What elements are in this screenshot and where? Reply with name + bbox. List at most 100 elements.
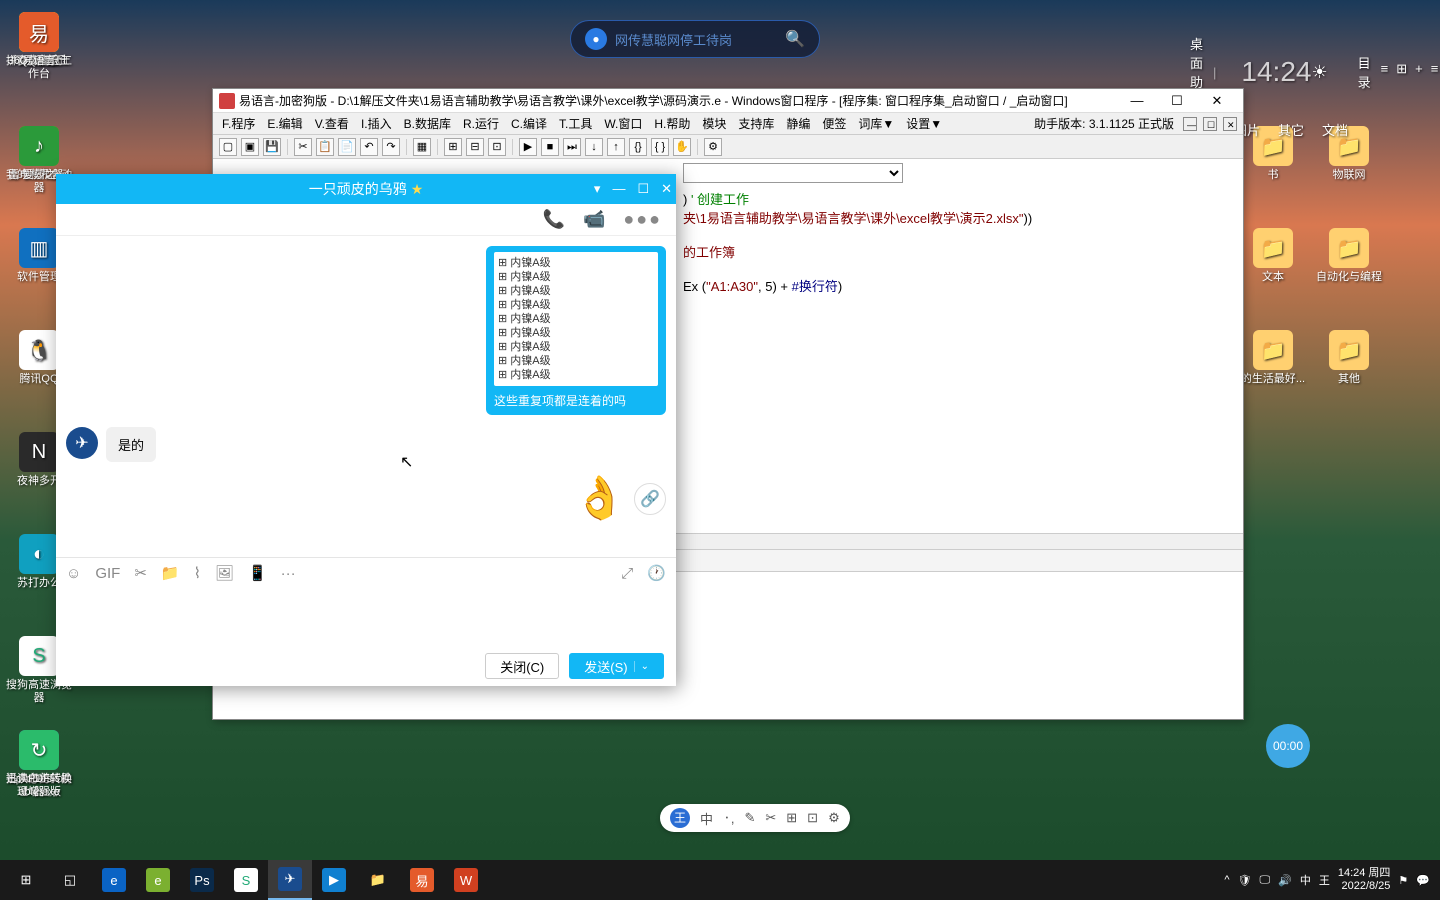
toolbar-button[interactable]: ↷ xyxy=(382,138,400,156)
chat-titlebar[interactable]: 一只顽皮的乌鸦 ★ ▾—☐✕ xyxy=(56,174,676,204)
chat-messages[interactable]: ⊞ 内镍A级⊞ 内镍A级⊞ 内镍A级⊞ 内镍A级⊞ 内镍A级⊞ 内镍A级⊞ 内镍… xyxy=(56,236,676,557)
toolbar-button[interactable]: ⊞ xyxy=(444,138,462,156)
taskbar-item[interactable]: ✈ xyxy=(268,860,312,900)
ime-logo[interactable]: 王 xyxy=(670,808,690,828)
toolbar-button[interactable]: ↑ xyxy=(607,138,625,156)
tray-icon[interactable]: 🛡 xyxy=(1238,874,1252,887)
ime-button[interactable]: 中 xyxy=(700,809,713,828)
chat-tool-icon[interactable]: 📁 xyxy=(161,564,180,582)
voice-call-icon[interactable]: 📞 xyxy=(543,209,565,230)
taskbar-item[interactable]: ▶ xyxy=(312,860,356,900)
toolbar-button[interactable]: 💾 xyxy=(263,138,281,156)
tray-icon[interactable]: ^ xyxy=(1224,874,1229,886)
chat-window-button[interactable]: ▾ xyxy=(594,181,601,197)
ide-mdi-button[interactable]: ✕ xyxy=(1223,117,1237,131)
chat-window-button[interactable]: ✕ xyxy=(661,181,672,197)
sidebar-tool-icon[interactable]: + xyxy=(1415,61,1423,77)
menu-item[interactable]: E.编辑 xyxy=(264,113,305,134)
taskbar-item[interactable]: e xyxy=(92,860,136,900)
send-button[interactable]: 发送(S) ⌄ xyxy=(569,653,664,679)
chat-tool-icon[interactable]: ✂ xyxy=(134,564,147,582)
tray-icon[interactable]: 🖵 xyxy=(1260,874,1271,887)
sidebar-tab[interactable]: 文档 xyxy=(1322,120,1348,139)
toolbar-button[interactable]: 📄 xyxy=(338,138,356,156)
ime-toolbar[interactable]: 王中᛫,✎✂⊞⊡⚙ xyxy=(660,804,850,832)
menu-item[interactable]: 便签 xyxy=(819,113,849,134)
send-dropdown-icon[interactable]: ⌄ xyxy=(634,661,649,672)
toolbar-button[interactable]: {} xyxy=(629,138,647,156)
chat-tool-icon[interactable]: ☺ xyxy=(66,565,81,582)
ime-button[interactable]: ✎ xyxy=(744,810,755,826)
taskbar-item[interactable]: 📁 xyxy=(356,860,400,900)
toolbar-button[interactable]: ↶ xyxy=(360,138,378,156)
chat-tool-icon[interactable]: GIF xyxy=(95,565,120,582)
close-button[interactable]: 关闭(C) xyxy=(485,653,559,679)
toolbar-button[interactable]: ↓ xyxy=(585,138,603,156)
ime-button[interactable]: ᛫, xyxy=(723,811,734,826)
taskbar-item[interactable]: e xyxy=(136,860,180,900)
favorite-icon[interactable]: ★ xyxy=(411,181,424,198)
ime-button[interactable]: ⊡ xyxy=(807,810,818,826)
tray-icon[interactable]: 中 xyxy=(1300,872,1311,888)
taskbar-item[interactable]: ◱ xyxy=(48,860,92,900)
desktop-icon[interactable]: ↻迅读PDF转换器 xyxy=(6,730,72,799)
desktop-icon[interactable]: 📁的生活最好... xyxy=(1240,330,1306,386)
menu-item[interactable]: 静编 xyxy=(783,113,813,134)
sidebar-tool-icon[interactable]: ≡ xyxy=(1381,61,1389,77)
ide-titlebar[interactable]: 易语言-加密狗版 - D:\1解压文件夹\1易语言辅助教学\易语言教学\课外\e… xyxy=(213,89,1243,113)
taskbar-item[interactable]: S xyxy=(224,860,268,900)
menu-item[interactable]: H.帮助 xyxy=(651,113,693,134)
toolbar-button[interactable]: ▢ xyxy=(219,138,237,156)
toolbar-button[interactable]: ▣ xyxy=(241,138,259,156)
menu-item[interactable]: T.工具 xyxy=(556,113,595,134)
chat-tool-icon[interactable]: ··· xyxy=(281,565,296,582)
taskbar-clock[interactable]: 14:24 周四2022/8/25 xyxy=(1338,867,1391,893)
toolbar-button[interactable]: ⚙ xyxy=(704,138,722,156)
toolbar-button[interactable]: ⊟ xyxy=(466,138,484,156)
toolbar-button[interactable]: ⊡ xyxy=(488,138,506,156)
menu-item[interactable]: 词库▼ xyxy=(855,113,897,134)
menu-item[interactable]: 支持库 xyxy=(735,113,777,134)
sidebar-tool-icon[interactable]: ⊞ xyxy=(1396,61,1407,77)
menu-item[interactable]: I.插入 xyxy=(358,113,395,134)
menu-item[interactable]: C.编译 xyxy=(508,113,550,134)
menu-item[interactable]: V.查看 xyxy=(312,113,352,134)
taskbar-item[interactable]: 易 xyxy=(400,860,444,900)
desktop-icon[interactable]: 易易语言 xyxy=(6,12,72,68)
ime-button[interactable]: ⊞ xyxy=(786,810,797,826)
tray-icon[interactable]: ⚑ xyxy=(1398,874,1408,887)
taskbar-item[interactable]: Ps xyxy=(180,860,224,900)
ide-min-button[interactable]: — xyxy=(1117,93,1157,109)
ide-max-button[interactable]: ☐ xyxy=(1157,93,1197,109)
menu-item[interactable]: F.程序 xyxy=(219,113,258,134)
desktop-icon[interactable]: 📁自动化与编程 xyxy=(1316,228,1382,284)
menu-item[interactable]: B.数据库 xyxy=(401,113,454,134)
chat-textarea[interactable] xyxy=(56,588,676,646)
desktop-icon[interactable]: 📁文本 xyxy=(1240,228,1306,284)
tray-icon[interactable]: 王 xyxy=(1319,872,1330,888)
taskbar-item[interactable]: ⊞ xyxy=(4,860,48,900)
toolbar-button[interactable]: ✂ xyxy=(294,138,312,156)
chat-window-button[interactable]: — xyxy=(612,181,625,197)
toolbar-button[interactable]: 📋 xyxy=(316,138,334,156)
toolbar-button[interactable]: ▶ xyxy=(519,138,537,156)
toolbar-button[interactable]: ⏭ xyxy=(563,138,581,156)
more-icon[interactable]: ●●● xyxy=(623,209,662,230)
taskbar-item[interactable]: W xyxy=(444,860,488,900)
top-search[interactable]: ● 网传慧聪网停工待岗 🔍 xyxy=(570,20,820,58)
menu-item[interactable]: W.窗口 xyxy=(601,113,645,134)
menu-item[interactable]: 模块 xyxy=(699,113,729,134)
chat-tool-icon[interactable]: 🖼 xyxy=(215,564,234,582)
toolbar-button[interactable]: { } xyxy=(651,138,669,156)
chat-tool-icon[interactable]: ⤢ xyxy=(621,565,633,582)
sidebar-tool-icon[interactable]: ≡ xyxy=(1431,61,1439,77)
ide-mdi-button[interactable]: ☐ xyxy=(1203,117,1217,131)
menu-item[interactable]: 设置▼ xyxy=(903,113,945,134)
toolbar-button[interactable]: ■ xyxy=(541,138,559,156)
timer-widget[interactable]: 00:00 xyxy=(1266,724,1310,768)
ime-button[interactable]: ✂ xyxy=(765,810,776,826)
ide-dropdown-1[interactable] xyxy=(683,163,903,183)
chat-tool-icon[interactable]: 📱 xyxy=(248,564,267,582)
chat-tool-icon[interactable]: 🕐 xyxy=(647,564,666,582)
ide-close-button[interactable]: ✕ xyxy=(1197,93,1237,109)
